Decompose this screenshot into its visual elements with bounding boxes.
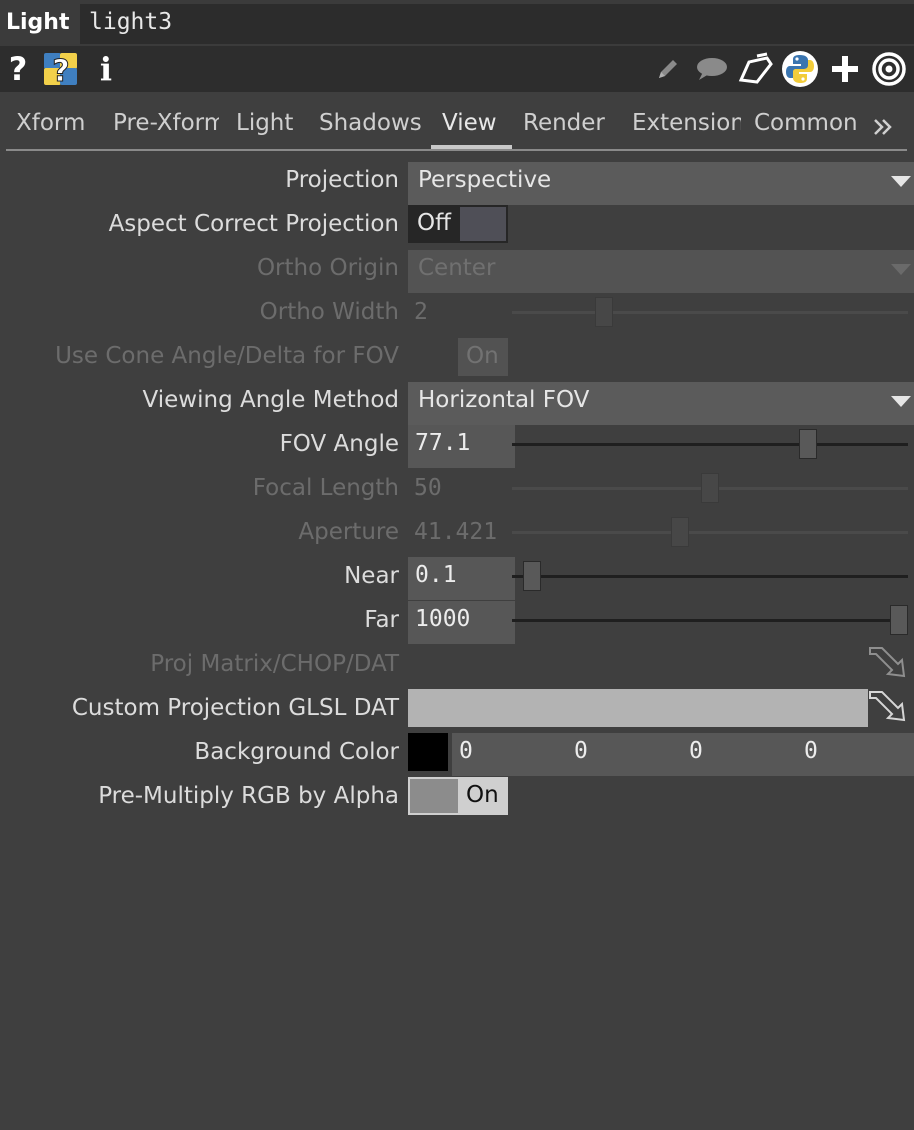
far-slider-handle[interactable]: [890, 605, 908, 635]
ortho-origin-menu[interactable]: Center: [408, 250, 914, 293]
info-icon[interactable]: i: [96, 50, 116, 88]
bg-color-g-field[interactable]: 0: [567, 733, 685, 776]
far-label: Far: [364, 607, 399, 633]
clone-icon[interactable]: [736, 51, 776, 87]
fov-angle-field[interactable]: 77.1: [408, 425, 515, 468]
bg-color-r-field[interactable]: 0: [452, 733, 570, 776]
tab-common[interactable]: Common: [754, 110, 862, 136]
projection-label: Projection: [285, 167, 399, 193]
target-icon[interactable]: [870, 51, 908, 87]
tab-shadows[interactable]: Shadows: [319, 110, 426, 136]
custom-proj-field[interactable]: [408, 689, 868, 727]
ortho-origin-label: Ortho Origin: [256, 255, 399, 281]
tab-render[interactable]: Render: [523, 110, 615, 136]
bg-color-b-field[interactable]: 0: [682, 733, 800, 776]
python-help-icon[interactable]: ?: [42, 51, 80, 87]
python-icon[interactable]: [780, 50, 820, 88]
focal-length-value[interactable]: 50: [414, 475, 442, 501]
operator-name-field[interactable]: light3: [80, 4, 914, 44]
far-field[interactable]: 1000: [408, 601, 515, 644]
use-cone-toggle[interactable]: On: [458, 338, 508, 376]
far-slider[interactable]: [512, 619, 908, 622]
ortho-width-value[interactable]: 2: [414, 299, 428, 325]
aperture-slider-handle[interactable]: [671, 517, 689, 547]
chevron-down-icon: [891, 396, 911, 407]
operator-type: Light: [6, 10, 70, 35]
drag-reference-arrow-icon[interactable]: [868, 646, 908, 680]
premultiply-toggle[interactable]: On: [408, 777, 508, 815]
tab-divider: [6, 149, 907, 151]
color-swatch[interactable]: [408, 733, 448, 771]
tab-extensions[interactable]: Extensions: [632, 110, 741, 136]
fov-angle-slider[interactable]: [512, 443, 908, 446]
chevron-down-icon: [891, 264, 911, 275]
use-cone-label: Use Cone Angle/Delta for FOV: [55, 343, 399, 369]
help-icon[interactable]: ?: [4, 50, 32, 88]
tabs-overflow-icon[interactable]: [870, 114, 896, 140]
tab-pre-xform[interactable]: Pre-Xform: [113, 110, 219, 136]
ortho-width-label: Ortho Width: [259, 299, 399, 325]
focal-length-label: Focal Length: [252, 475, 399, 501]
aspect-correct-label: Aspect Correct Projection: [108, 211, 399, 237]
ortho-width-slider-handle[interactable]: [595, 297, 613, 327]
comment-icon[interactable]: [692, 52, 730, 86]
aperture-slider[interactable]: [512, 531, 908, 534]
toggle-knob: [410, 779, 458, 813]
bg-color-label: Background Color: [194, 739, 399, 765]
custom-proj-label: Custom Projection GLSL DAT: [71, 695, 399, 721]
tab-light[interactable]: Light: [236, 110, 308, 136]
add-icon[interactable]: [828, 52, 862, 86]
fov-angle-label: FOV Angle: [279, 431, 399, 457]
ortho-width-slider[interactable]: [512, 311, 908, 314]
view-angle-method-label: Viewing Angle Method: [142, 387, 399, 413]
tab-view[interactable]: View: [442, 110, 506, 136]
premultiply-label: Pre-Multiply RGB by Alpha: [98, 783, 399, 809]
proj-matrix-label: Proj Matrix/CHOP/DAT: [150, 651, 399, 677]
tab-xform[interactable]: Xform: [16, 110, 101, 136]
drag-reference-arrow-icon[interactable]: [868, 690, 908, 724]
view-angle-method-value: Horizontal FOV: [418, 387, 590, 413]
use-cone-value: On: [466, 343, 499, 369]
aperture-value[interactable]: 41.421: [414, 519, 497, 545]
focal-length-slider-handle[interactable]: [701, 473, 719, 503]
chevron-down-icon: [891, 176, 911, 187]
projection-value: Perspective: [418, 167, 552, 193]
near-slider-handle[interactable]: [523, 561, 541, 591]
near-field[interactable]: 0.1: [408, 557, 515, 600]
bg-color-a-field[interactable]: 0: [797, 733, 914, 776]
aspect-correct-value: Off: [417, 210, 451, 236]
toggle-knob: [460, 207, 506, 241]
aspect-correct-toggle[interactable]: Off: [408, 205, 508, 243]
toolbar: ? ? i: [0, 46, 914, 92]
premultiply-value: On: [466, 782, 499, 808]
edit-icon[interactable]: [652, 52, 684, 86]
fov-angle-slider-handle[interactable]: [799, 429, 817, 459]
near-slider[interactable]: [512, 575, 908, 578]
view-angle-method-menu[interactable]: Horizontal FOV: [408, 382, 914, 425]
ortho-origin-value: Center: [418, 255, 496, 281]
aperture-label: Aperture: [298, 519, 399, 545]
projection-menu[interactable]: Perspective: [408, 162, 914, 205]
svg-text:?: ?: [52, 54, 69, 87]
near-label: Near: [344, 563, 399, 589]
